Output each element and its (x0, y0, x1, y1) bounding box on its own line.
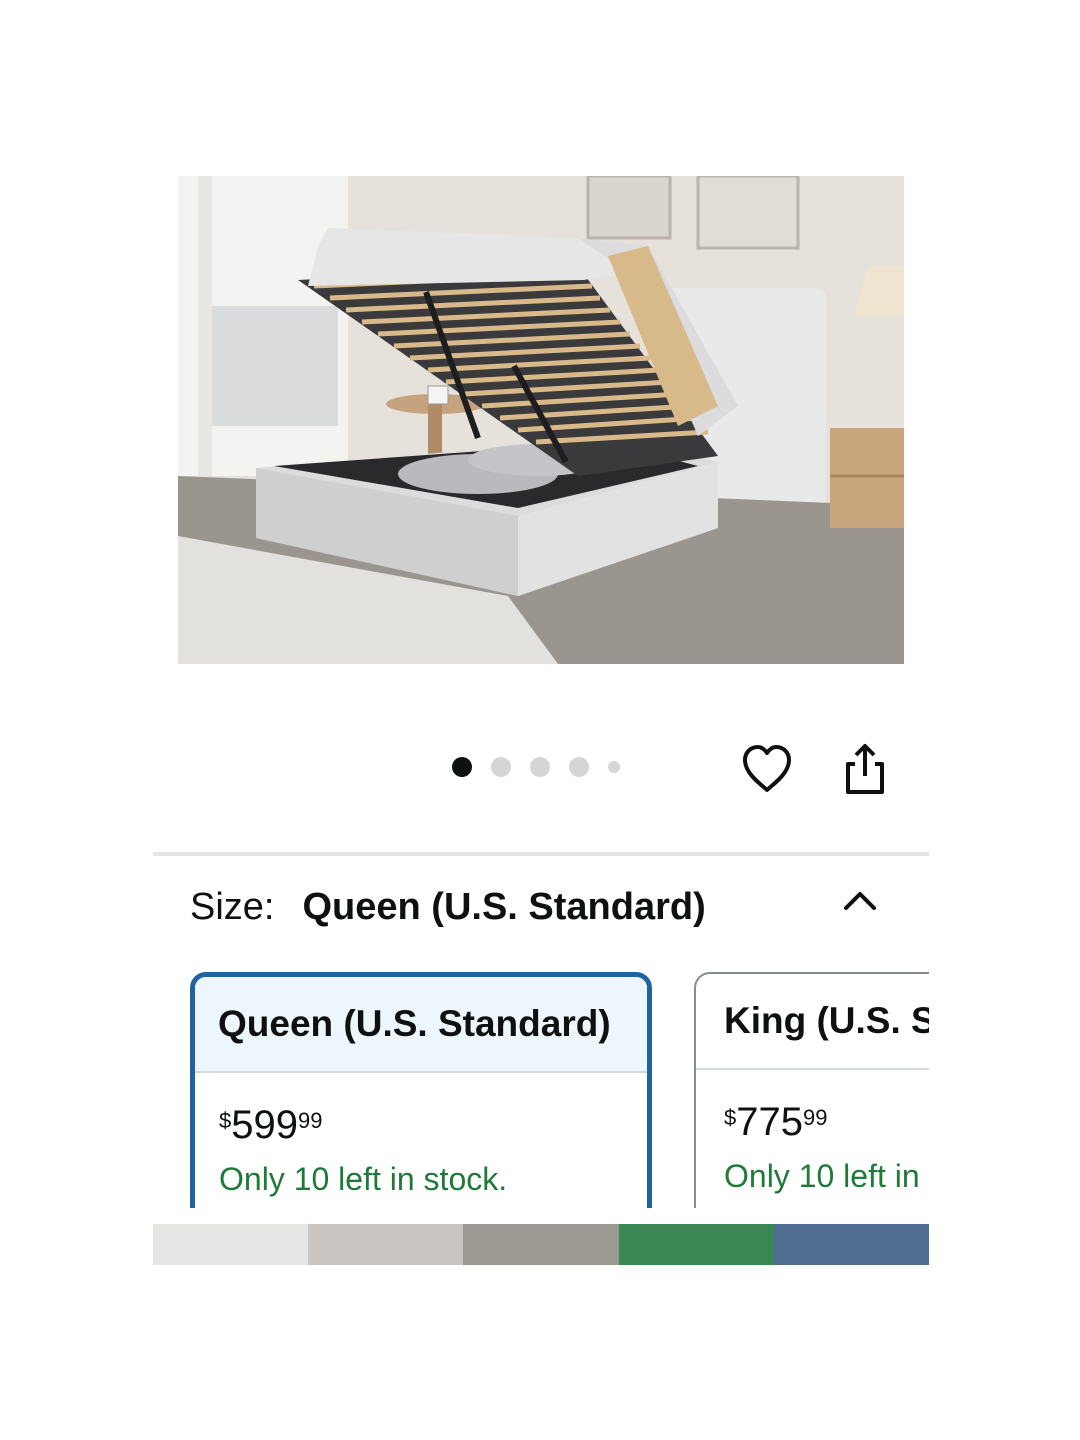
color-swatch-bar (153, 1224, 930, 1265)
color-swatch (463, 1224, 619, 1265)
stock-status: Only 10 left in stock. (219, 1161, 508, 1197)
carousel-dot[interactable] (608, 761, 620, 773)
size-option-price: $77599 (724, 1100, 828, 1144)
section-divider (153, 852, 929, 856)
color-swatch (308, 1224, 464, 1265)
size-option-king[interactable]: King (U.S. Standard) $77599 Only 10 left… (694, 972, 929, 1208)
size-option-name: King (U.S. Standard) (696, 974, 929, 1070)
share-icon[interactable] (838, 742, 892, 796)
image-carousel-dots[interactable] (452, 757, 639, 777)
color-swatch (773, 1224, 930, 1265)
carousel-dot[interactable] (452, 757, 472, 777)
stock-status: Only 10 left in stock. (724, 1158, 929, 1194)
size-option-name: Queen (U.S. Standard) (195, 977, 647, 1073)
size-selector-header[interactable]: Size: Queen (U.S. Standard) (190, 886, 706, 929)
chevron-up-icon[interactable] (840, 884, 880, 916)
carousel-dot[interactable] (491, 757, 511, 777)
size-options-carousel[interactable]: Queen (U.S. Standard) $59999 Only 10 lef… (153, 966, 929, 1208)
selected-size-value: Queen (U.S. Standard) (302, 886, 706, 928)
product-image[interactable] (178, 176, 904, 664)
size-label: Size: (190, 886, 275, 928)
size-option-price: $59999 (219, 1103, 323, 1147)
carousel-dot[interactable] (530, 757, 550, 777)
carousel-dot[interactable] (569, 757, 589, 777)
color-swatch (153, 1224, 309, 1265)
color-swatch (618, 1224, 774, 1265)
size-option-queen[interactable]: Queen (U.S. Standard) $59999 Only 10 lef… (190, 972, 652, 1208)
heart-icon[interactable] (740, 742, 794, 796)
